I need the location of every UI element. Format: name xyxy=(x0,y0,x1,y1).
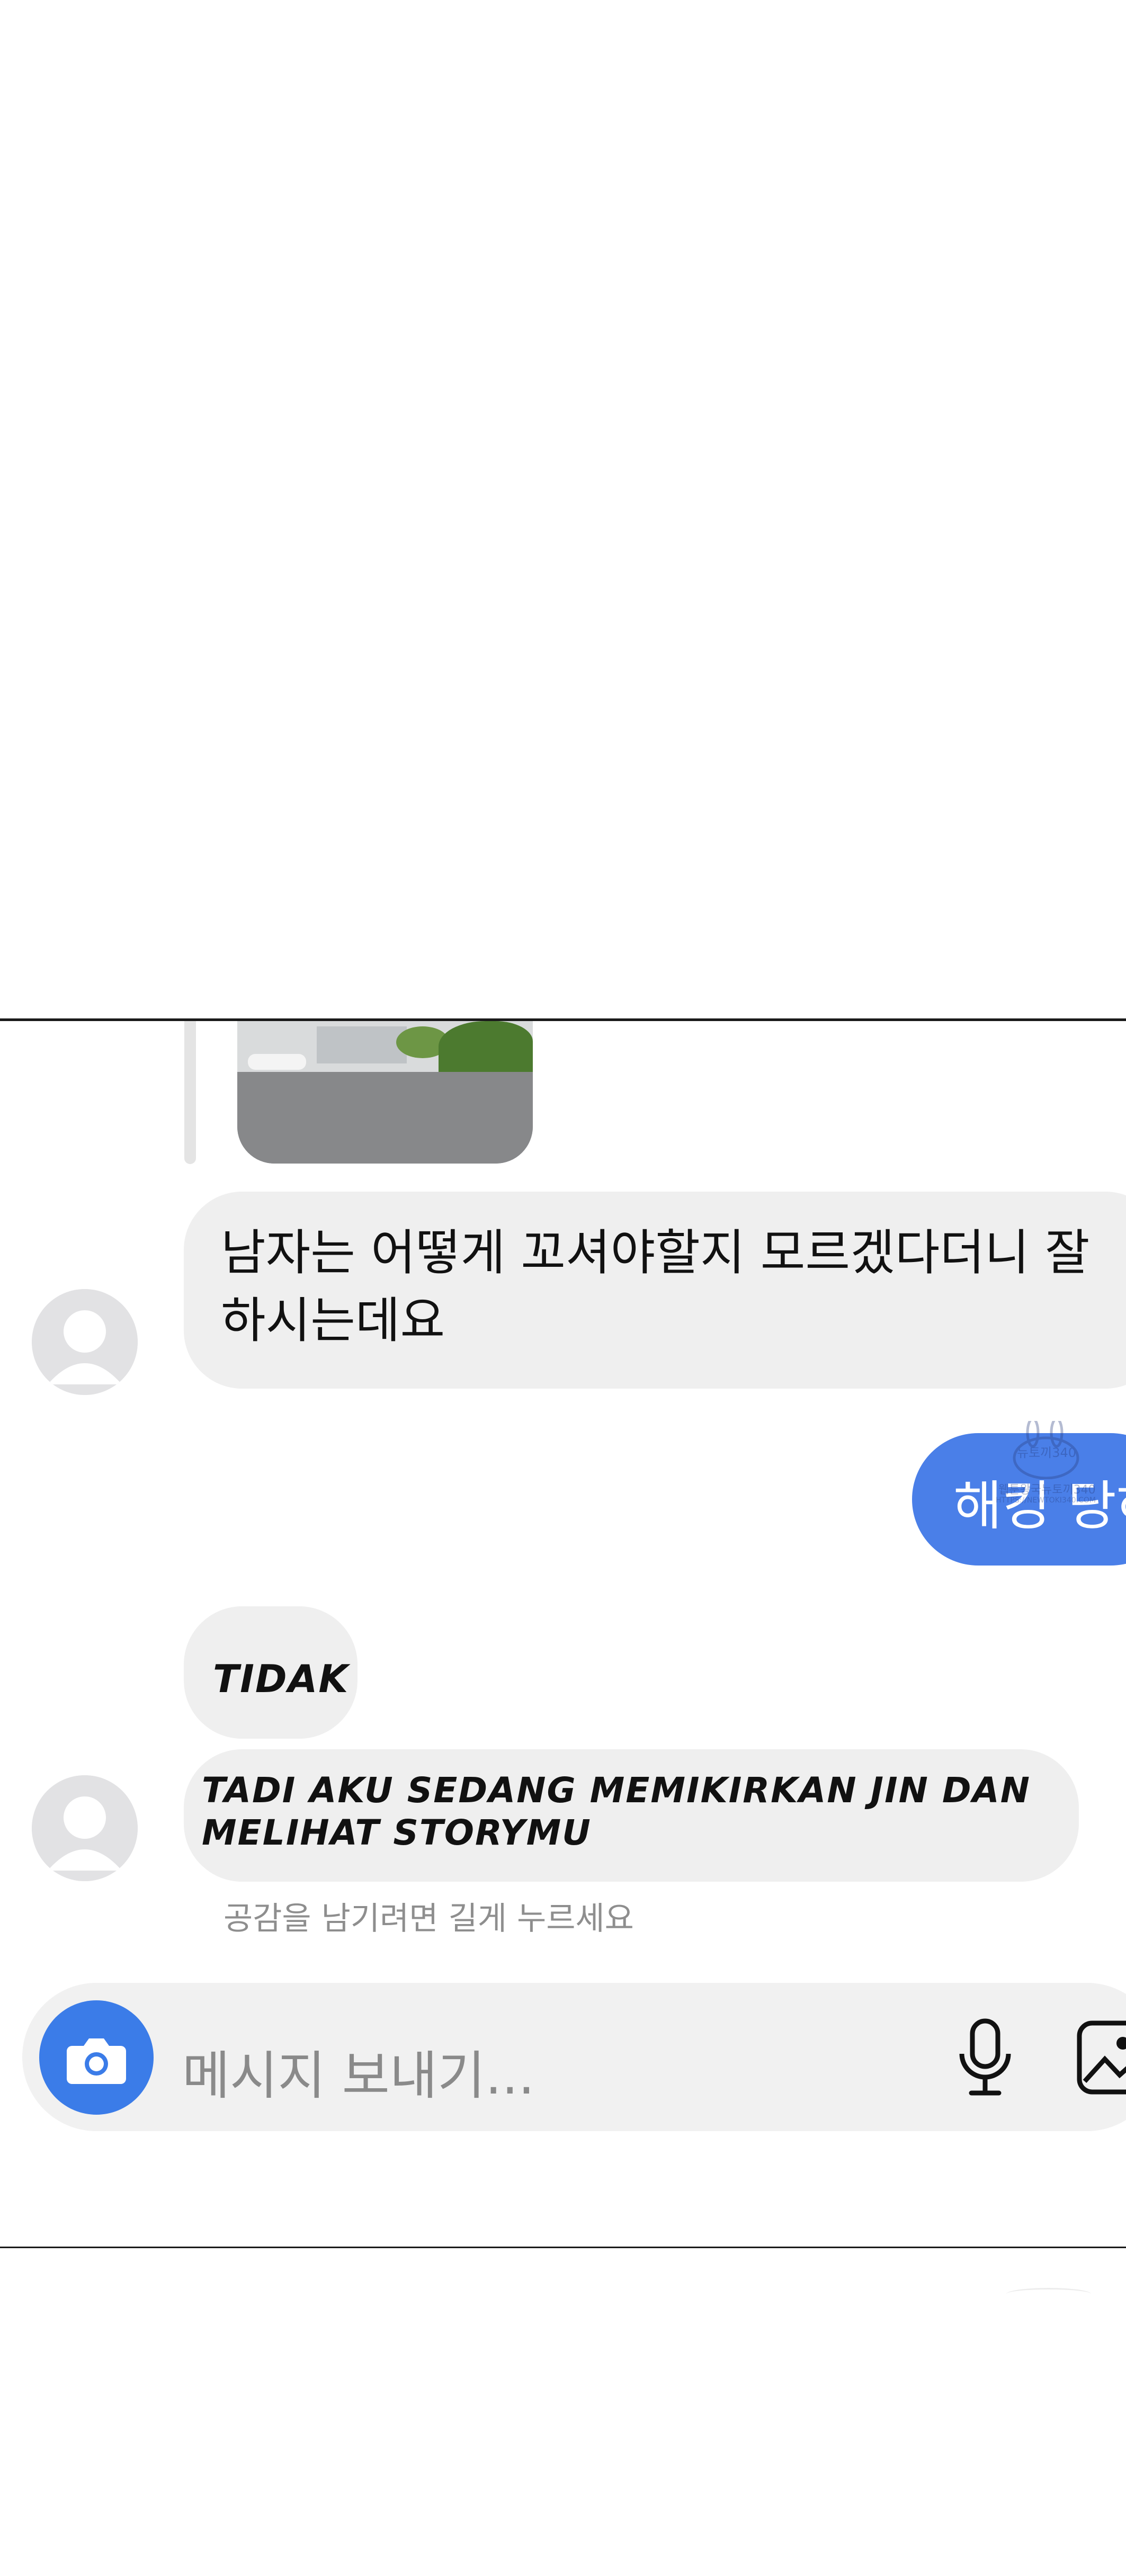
microphone-icon xyxy=(959,2018,1011,2096)
shared-photo[interactable] xyxy=(237,1021,533,1164)
camera-icon xyxy=(67,2038,126,2084)
message-text: TADI AKU SEDANG MEMIKIRKAN JIN DAN MELIH… xyxy=(202,1770,1031,1853)
received-message-bubble[interactable]: TADI AKU SEDANG MEMIKIRKAN JIN DAN MELIH… xyxy=(184,1749,1079,1882)
gallery-button[interactable] xyxy=(1075,2018,1126,2097)
chat-screen: 남자는 어떻게 꼬셔야할지 모르겠다더니 잘 하시는데요 해킹 당하 뉴토끼34… xyxy=(0,1021,1126,2247)
image-gallery-icon xyxy=(1077,2020,1126,2095)
reply-indicator-bar xyxy=(184,1021,196,1164)
reaction-hint: 공감을 남기려면 길게 누르세요 xyxy=(224,1900,634,1937)
watermark: 뉴토끼340 웹툰왕국뉴토끼340 HTTPS://NEWTOKI340.COM xyxy=(996,1417,1096,1516)
sender-avatar[interactable] xyxy=(32,1289,138,1395)
default-profile-icon xyxy=(32,1775,138,1881)
sender-avatar[interactable] xyxy=(32,1775,138,1881)
message-text: 남자는 어떻게 꼬셔야할지 모르겠다더니 잘 하시는데요 xyxy=(221,1224,1090,1349)
microphone-button[interactable] xyxy=(953,2017,1017,2101)
received-message-bubble[interactable]: 남자는 어떻게 꼬셔야할지 모르겠다더니 잘 하시는데요 xyxy=(184,1192,1126,1389)
next-panel-hint xyxy=(1006,2288,1091,2300)
default-profile-icon xyxy=(32,1289,138,1395)
message-input[interactable]: 메시지 보내기... xyxy=(182,2034,535,2109)
camera-button[interactable] xyxy=(39,2000,154,2115)
received-message-bubble[interactable]: TIDAK xyxy=(184,1606,358,1739)
message-text: TIDAK xyxy=(213,1657,350,1701)
